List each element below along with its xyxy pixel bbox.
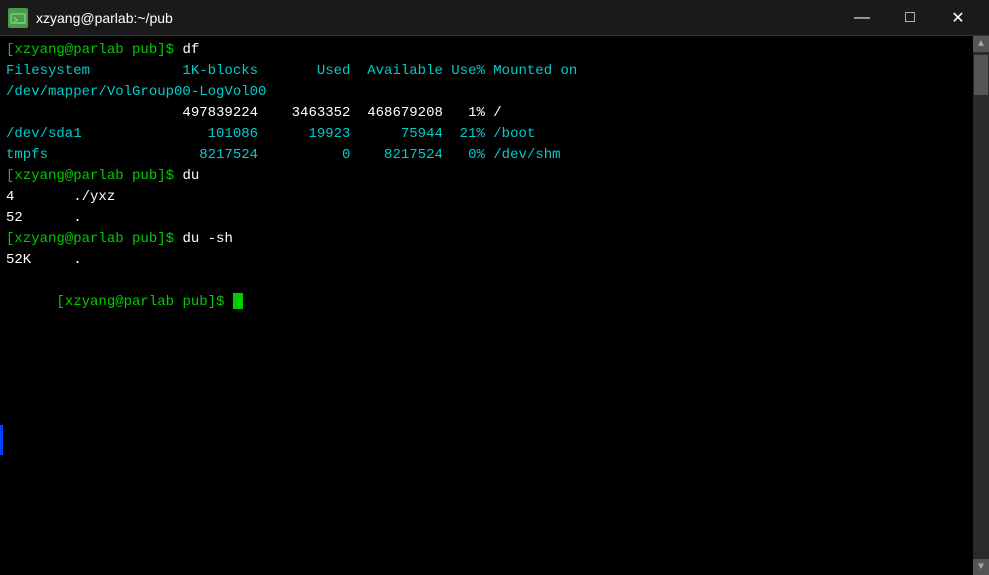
window: xzyang@parlab:~/pub — □ ✕ [xzyang@parlab… (0, 0, 989, 575)
scroll-thumb[interactable] (974, 55, 988, 95)
terminal-line: /dev/sda1 101086 19923 75944 21% /boot (6, 124, 983, 145)
scroll-track[interactable] (973, 52, 989, 559)
scroll-down-button[interactable]: ▼ (973, 559, 989, 575)
terminal-line: 4 ./yxz (6, 187, 983, 208)
scroll-up-button[interactable]: ▲ (973, 36, 989, 52)
scrollbar[interactable]: ▲ ▼ (973, 36, 989, 575)
minimize-button[interactable]: — (839, 4, 885, 32)
close-button[interactable]: ✕ (935, 4, 981, 32)
window-controls: — □ ✕ (839, 4, 981, 32)
window-title: xzyang@parlab:~/pub (36, 10, 173, 26)
terminal-line: 52K . (6, 250, 983, 271)
terminal-line: [xzyang@parlab pub]$ du -sh (6, 229, 983, 250)
terminal-body[interactable]: [xzyang@parlab pub]$ df Filesystem 1K-bl… (0, 36, 989, 575)
title-bar-left: xzyang@parlab:~/pub (8, 8, 173, 28)
blue-artifact (0, 425, 3, 455)
terminal-line: [xzyang@parlab pub]$ df (6, 40, 983, 61)
terminal-line: tmpfs 8217524 0 8217524 0% /dev/shm (6, 145, 983, 166)
terminal-line: Filesystem 1K-blocks Used Available Use%… (6, 61, 983, 82)
app-icon (8, 8, 28, 28)
terminal-line: 497839224 3463352 468679208 1% / (6, 103, 983, 124)
active-prompt-line: [xzyang@parlab pub]$ (6, 271, 983, 334)
terminal-line: /dev/mapper/VolGroup00-LogVol00 (6, 82, 983, 103)
cursor-block (233, 293, 243, 309)
terminal-line: [xzyang@parlab pub]$ du (6, 166, 983, 187)
title-bar: xzyang@parlab:~/pub — □ ✕ (0, 0, 989, 36)
maximize-button[interactable]: □ (887, 4, 933, 32)
terminal-line: 52 . (6, 208, 983, 229)
